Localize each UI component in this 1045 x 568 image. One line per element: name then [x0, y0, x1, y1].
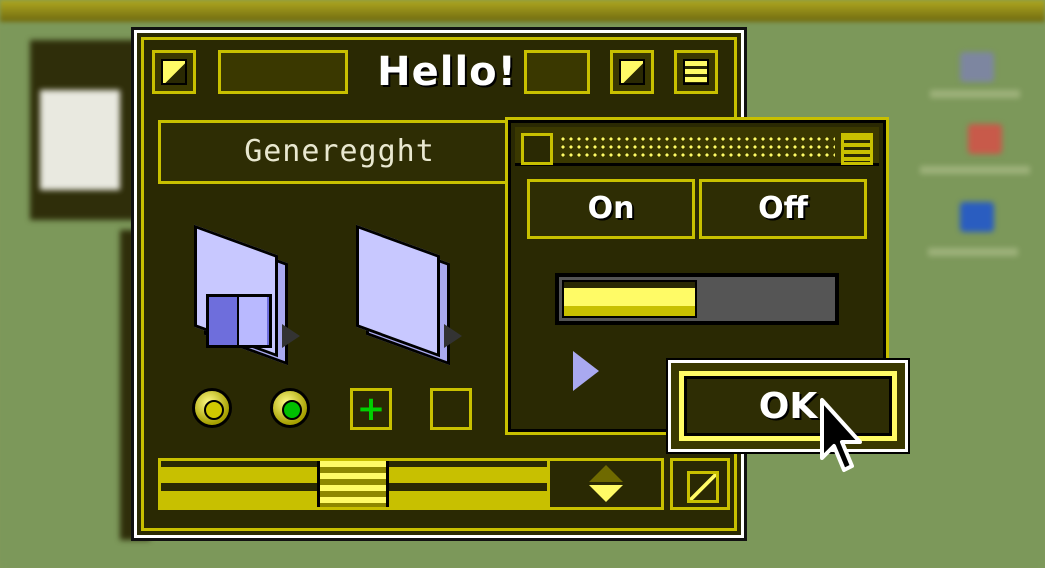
menu-bar: [0, 0, 1045, 22]
desktop-folder-label: [928, 248, 1018, 256]
on-button[interactable]: On: [527, 179, 695, 239]
ok-button[interactable]: OK: [666, 358, 910, 454]
off-button[interactable]: Off: [699, 179, 867, 239]
folder-icon[interactable]: [356, 224, 462, 366]
finder-folder-icon[interactable]: [194, 224, 300, 366]
resize-box[interactable]: [670, 458, 730, 510]
radio-button-2[interactable]: [270, 388, 310, 428]
slider[interactable]: [555, 273, 839, 325]
scroll-down-arrow-icon[interactable]: [589, 485, 623, 502]
dialog-collapse-button[interactable]: [841, 133, 873, 165]
background-window-image: [40, 90, 120, 190]
play-arrow-icon[interactable]: [573, 351, 599, 391]
resize-grip-icon: [687, 471, 719, 503]
slider-fill: [562, 280, 697, 318]
finder-face-icon: [206, 294, 272, 348]
tab-generegght[interactable]: Generegght: [158, 120, 518, 184]
horizontal-scrollbar[interactable]: [158, 458, 664, 510]
close-box-button[interactable]: [152, 50, 196, 94]
check-icon: +: [356, 389, 386, 429]
mouse-cursor-icon: [820, 398, 862, 472]
zoom-box-button[interactable]: [610, 50, 654, 94]
tab-label: Generegght: [244, 134, 435, 169]
desktop-folder-icon[interactable]: [960, 202, 994, 232]
scroll-thumb[interactable]: [317, 461, 389, 507]
window-title: Hello!: [377, 49, 517, 95]
title-bar-right-field: [524, 50, 590, 94]
desktop-app-label: [920, 166, 1030, 174]
drag-handle[interactable]: [559, 135, 835, 157]
desktop-drive-label: [930, 90, 1020, 98]
desktop-app-icon[interactable]: [968, 124, 1002, 154]
checkbox-checked[interactable]: +: [350, 388, 392, 430]
desktop-drive-icon[interactable]: [960, 52, 994, 82]
radio-button-1[interactable]: [192, 388, 232, 428]
checkbox-unchecked[interactable]: [430, 388, 472, 430]
scroll-up-arrow-icon[interactable]: [589, 465, 623, 482]
collapse-box-button[interactable]: [674, 50, 718, 94]
scroll-arrows[interactable]: [547, 461, 660, 507]
title-bar-left-field: [218, 50, 348, 94]
dialog-title-bar[interactable]: [515, 127, 879, 166]
dialog-close-button[interactable]: [521, 133, 553, 165]
